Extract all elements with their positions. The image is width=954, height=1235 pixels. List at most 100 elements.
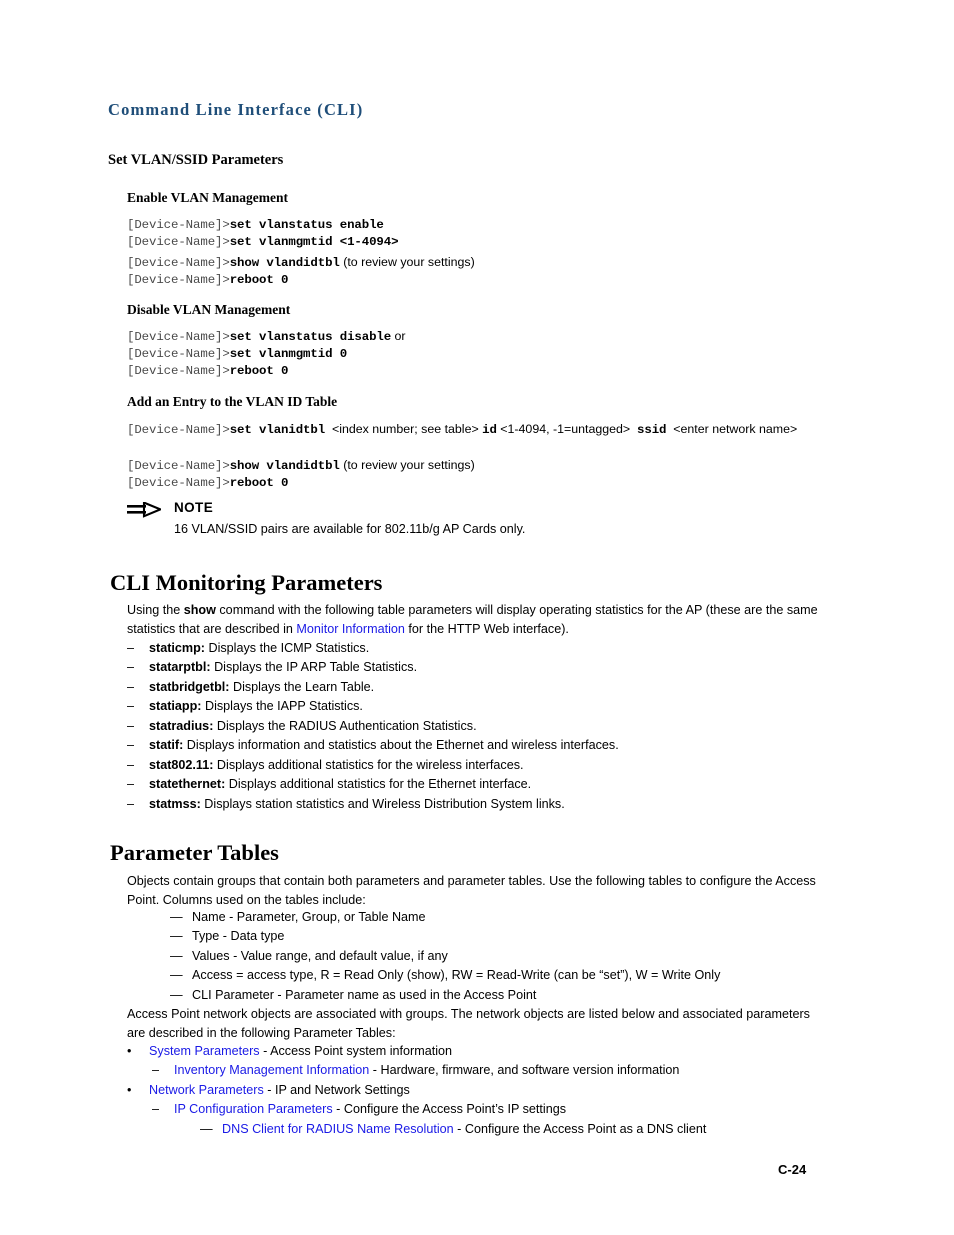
list-item-text: statiapp: Displays the IAPP Statistics.: [149, 697, 363, 716]
list-marker: –: [127, 641, 135, 655]
cli-line: [Device-Name]>reboot 0: [127, 474, 288, 491]
param-name: stat802.11:: [149, 758, 214, 772]
list-item-text: staticmp: Displays the ICMP Statistics.: [149, 639, 369, 658]
list-marker: —: [170, 949, 183, 963]
link-desc: - Access Point system information: [259, 1044, 453, 1058]
list-item-text: Access = access type, R = Read Only (sho…: [192, 968, 721, 982]
list-marker: —: [170, 910, 183, 924]
cli-annotation: (to review your settings): [339, 255, 475, 269]
cli-line: [Device-Name]>show vlandidtbl (to review…: [127, 457, 475, 474]
cli-line: [Device-Name]>set vlanstatus enable: [127, 216, 384, 233]
link-monitor-information[interactable]: Monitor Information: [296, 622, 405, 636]
cli-prompt: [Device-Name]>: [127, 256, 230, 270]
cli-command: reboot 0: [229, 476, 289, 490]
cli-command: set vlanmgmtid <1-4094>: [229, 235, 399, 249]
cli-line: [Device-Name]>set vlanmgmtid <1-4094>: [127, 233, 399, 250]
param-desc: Displays the Learn Table.: [229, 680, 375, 694]
list-marker: —: [170, 988, 183, 1002]
list-item-text: Inventory Management Information - Hardw…: [174, 1061, 679, 1080]
param-name: statmss:: [149, 797, 201, 811]
cli-wrapped-line: [Device-Name]>set vlanidtbl <index numbe…: [127, 420, 847, 439]
intro-text-3: for the HTTP Web interface).: [404, 621, 569, 636]
page-number-footer: C-24: [778, 1162, 807, 1177]
network-objects-intro: Access Point network objects are associa…: [127, 1007, 810, 1040]
list-item-text: statradius: Displays the RADIUS Authenti…: [149, 717, 477, 736]
list-item-text: Type - Data type: [192, 929, 285, 943]
list-marker: –: [127, 738, 135, 752]
list-item-text: DNS Client for RADIUS Name Resolution - …: [222, 1120, 706, 1139]
param-name: statiapp:: [149, 699, 202, 713]
cli-annotation: (to review your settings): [339, 458, 475, 472]
list-marker: –: [127, 699, 135, 713]
cli-command: set vlanstatus disable: [229, 330, 392, 344]
cli-command: set vlanidtbl: [229, 423, 326, 437]
list-marker: —: [170, 968, 183, 982]
running-header: Command Line Interface (CLI): [108, 100, 364, 119]
cli-prompt: [Device-Name]>: [127, 459, 230, 473]
link-inventory-management-information[interactable]: Inventory Management Information: [174, 1063, 369, 1077]
param-desc: Displays the ICMP Statistics.: [204, 641, 370, 655]
cli-prompt: [Device-Name]>: [127, 364, 230, 378]
list-marker: –: [127, 680, 135, 694]
cli-prompt: [Device-Name]>: [127, 273, 230, 287]
note-title: NOTE: [174, 500, 214, 515]
cli-placeholder: [325, 422, 332, 436]
param-desc: Displays the IAPP Statistics.: [201, 699, 363, 713]
param-desc: Displays additional statistics for the E…: [225, 777, 532, 791]
list-item-text: Values - Value range, and default value,…: [192, 949, 448, 963]
cli-command: show vlandidtbl: [229, 256, 340, 270]
list-marker: —: [200, 1122, 213, 1136]
list-marker: •: [127, 1044, 132, 1058]
cli-line: [Device-Name]>set vlanmgmtid 0: [127, 345, 347, 362]
note-block: NOTE 16 VLAN/SSID pairs are available fo…: [127, 500, 727, 548]
section-heading-cli-monitoring: CLI Monitoring Parameters: [110, 570, 383, 595]
cli-prompt: [Device-Name]>: [127, 423, 230, 437]
link-ip-configuration-parameters[interactable]: IP Configuration Parameters: [174, 1102, 333, 1116]
link-network-parameters[interactable]: Network Parameters: [149, 1083, 264, 1097]
param-name: statif:: [149, 738, 184, 752]
list-marker: •: [127, 1083, 132, 1097]
list-item-text: Network Parameters - IP and Network Sett…: [149, 1081, 410, 1100]
list-marker: –: [127, 660, 135, 674]
param-desc: Displays the RADIUS Authentication Stati…: [213, 719, 477, 733]
param-name: staticmp:: [149, 641, 205, 655]
cli-placeholder-id: <1-4094, -1=untagged>: [500, 422, 631, 436]
link-desc: - Configure the Access Point’s IP settin…: [332, 1102, 567, 1116]
cli-command-id: id: [482, 423, 497, 437]
param-desc: Displays information and statistics abou…: [183, 738, 619, 752]
cli-line: [Device-Name]>show vlandidtbl (to review…: [127, 254, 475, 271]
link-desc: - Hardware, firmware, and software versi…: [369, 1063, 680, 1077]
list-item-text: IP Configuration Parameters - Configure …: [174, 1100, 566, 1119]
cli-prompt: [Device-Name]>: [127, 218, 230, 232]
cli-prompt: [Device-Name]>: [127, 235, 230, 249]
list-item-text: CLI Parameter - Parameter name as used i…: [192, 988, 537, 1002]
cli-line: [Device-Name]>reboot 0: [127, 271, 288, 288]
param-name: statarptbl:: [149, 660, 211, 674]
link-dns-client-radius-name-resolution[interactable]: DNS Client for RADIUS Name Resolution: [222, 1122, 454, 1136]
cli-command: reboot 0: [229, 364, 289, 378]
cli-line: [Device-Name]>set vlanstatus disable or: [127, 328, 406, 345]
cli-command: show vlandidtbl: [229, 459, 340, 473]
parameter-tables-intro: Objects contain groups that contain both…: [127, 874, 816, 907]
param-name: statethernet:: [149, 777, 226, 791]
cli-command-ssid: ssid: [637, 423, 667, 437]
list-marker: —: [170, 929, 183, 943]
section-heading-set-vlan-ssid: Set VLAN/SSID Parameters: [108, 152, 284, 168]
cli-monitoring-intro: Using the show command with the followin…: [127, 601, 819, 638]
document-page: Command Line Interface (CLI) Set VLAN/SS…: [0, 0, 954, 1235]
list-item-text: Name - Parameter, Group, or Table Name: [192, 910, 426, 924]
note-arrow-icon: [127, 502, 161, 518]
list-item-text: statarptbl: Displays the IP ARP Table St…: [149, 658, 417, 677]
param-desc: Displays the IP ARP Table Statistics.: [210, 660, 418, 674]
cli-prompt: [Device-Name]>: [127, 476, 230, 490]
subsection-heading-add-entry: Add an Entry to the VLAN ID Table: [127, 394, 338, 409]
param-desc: Displays station statistics and Wireless…: [200, 797, 565, 811]
list-marker: –: [152, 1063, 160, 1077]
link-system-parameters[interactable]: System Parameters: [149, 1044, 260, 1058]
cli-space: [630, 422, 637, 436]
list-marker: –: [127, 777, 135, 791]
subsection-heading-disable-vlan: Disable VLAN Management: [127, 302, 291, 317]
list-marker: –: [152, 1102, 160, 1116]
list-item-text: stat802.11: Displays additional statisti…: [149, 756, 524, 775]
cli-annotation: or: [391, 329, 406, 343]
